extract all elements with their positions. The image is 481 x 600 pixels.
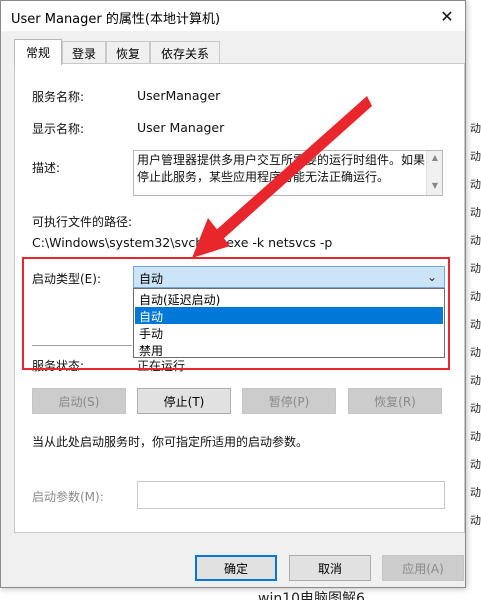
annotation-arrow-shaft [214, 96, 372, 240]
annotation-arrow [192, 96, 372, 258]
